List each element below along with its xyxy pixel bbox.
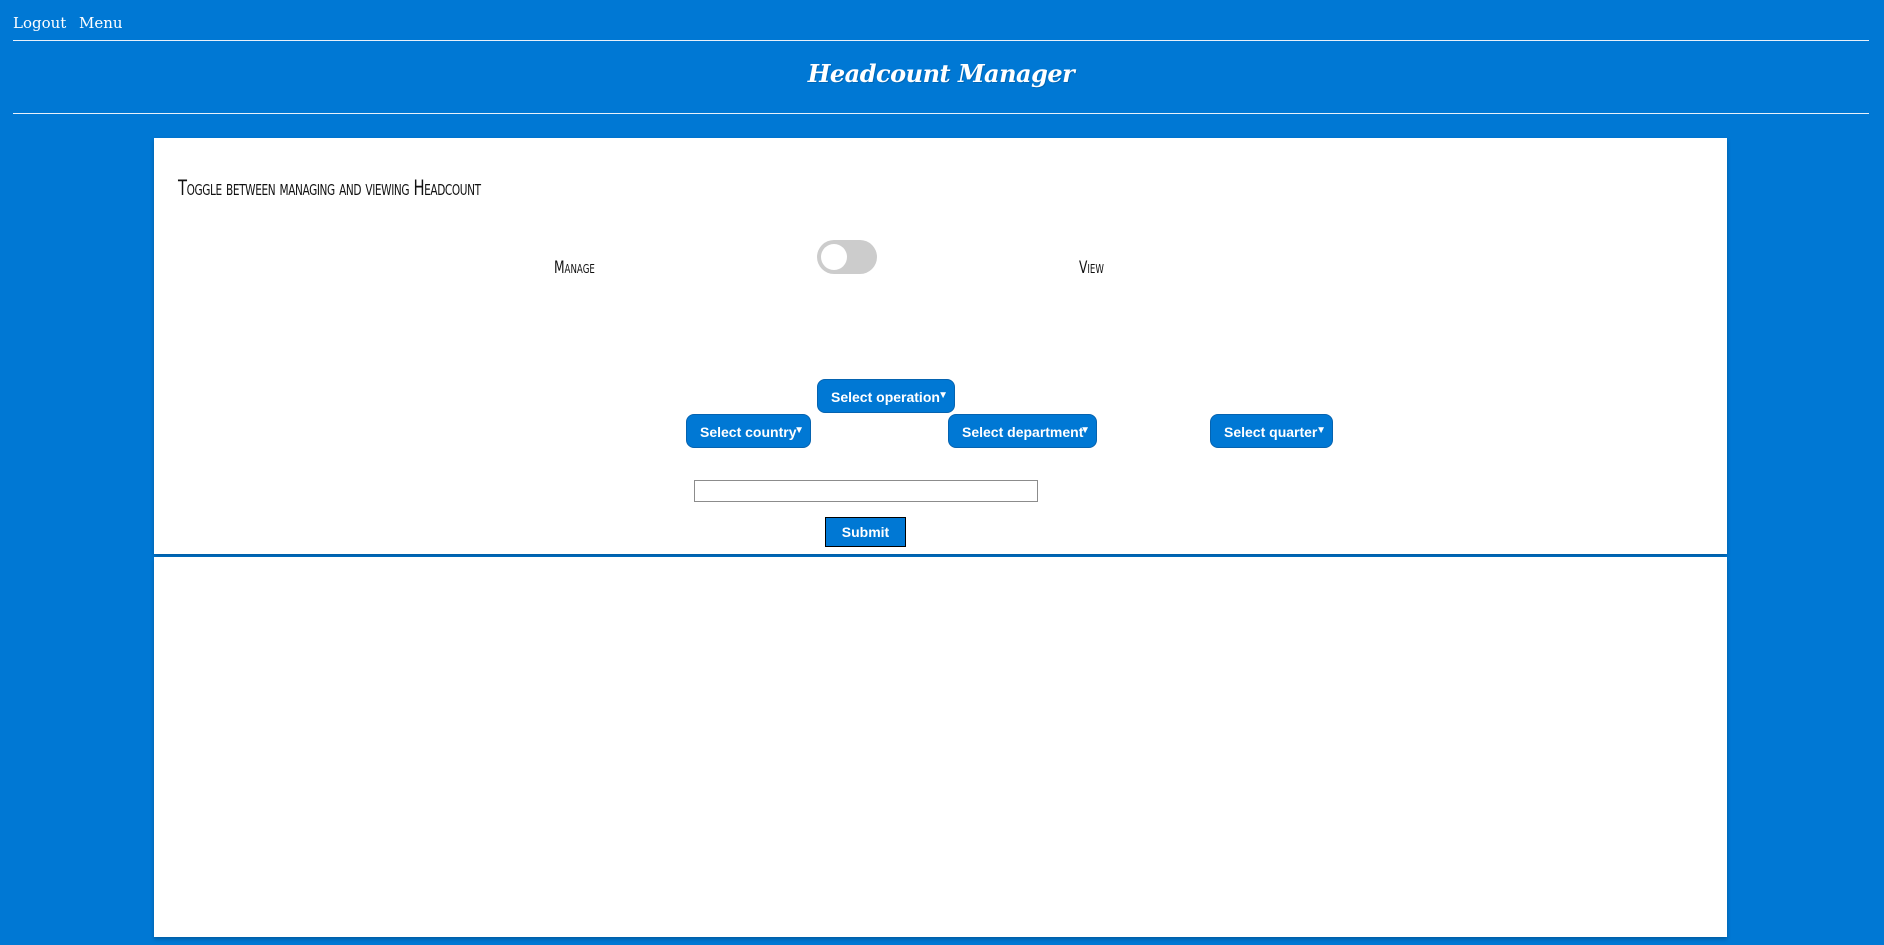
chevron-down-icon: ▼: [794, 425, 804, 436]
view-label: View: [1079, 258, 1104, 278]
app-title: Headcount Manager: [807, 59, 1075, 88]
headcount-input[interactable]: [694, 480, 1038, 502]
header: Headcount Manager: [13, 41, 1869, 114]
select-operation-label: Select operation: [831, 389, 940, 405]
manage-view-toggle[interactable]: [817, 240, 877, 274]
menu-link[interactable]: Menu: [79, 14, 123, 32]
toggle-knob: [821, 244, 847, 270]
chevron-down-icon: ▼: [1316, 425, 1326, 436]
select-operation-dropdown[interactable]: Select operation ▼: [817, 379, 955, 413]
chevron-down-icon: ▼: [938, 390, 948, 401]
select-department-label: Select department: [962, 424, 1084, 440]
manage-label: Manage: [554, 258, 595, 278]
chevron-down-icon: ▼: [1080, 425, 1090, 436]
top-nav-bar: Logout Menu: [13, 0, 1869, 41]
headcount-panel: Toggle between managing and viewing Head…: [154, 138, 1727, 554]
logout-link[interactable]: Logout: [13, 14, 66, 32]
panel-heading: Toggle between managing and viewing Head…: [178, 176, 481, 200]
select-country-label: Select country: [700, 424, 797, 440]
results-panel: [154, 557, 1727, 937]
select-country-dropdown[interactable]: Select country ▼: [686, 414, 811, 448]
select-quarter-label: Select quarter: [1224, 424, 1318, 440]
select-quarter-dropdown[interactable]: Select quarter ▼: [1210, 414, 1333, 448]
select-department-dropdown[interactable]: Select department ▼: [948, 414, 1097, 448]
submit-button[interactable]: Submit: [825, 517, 906, 547]
